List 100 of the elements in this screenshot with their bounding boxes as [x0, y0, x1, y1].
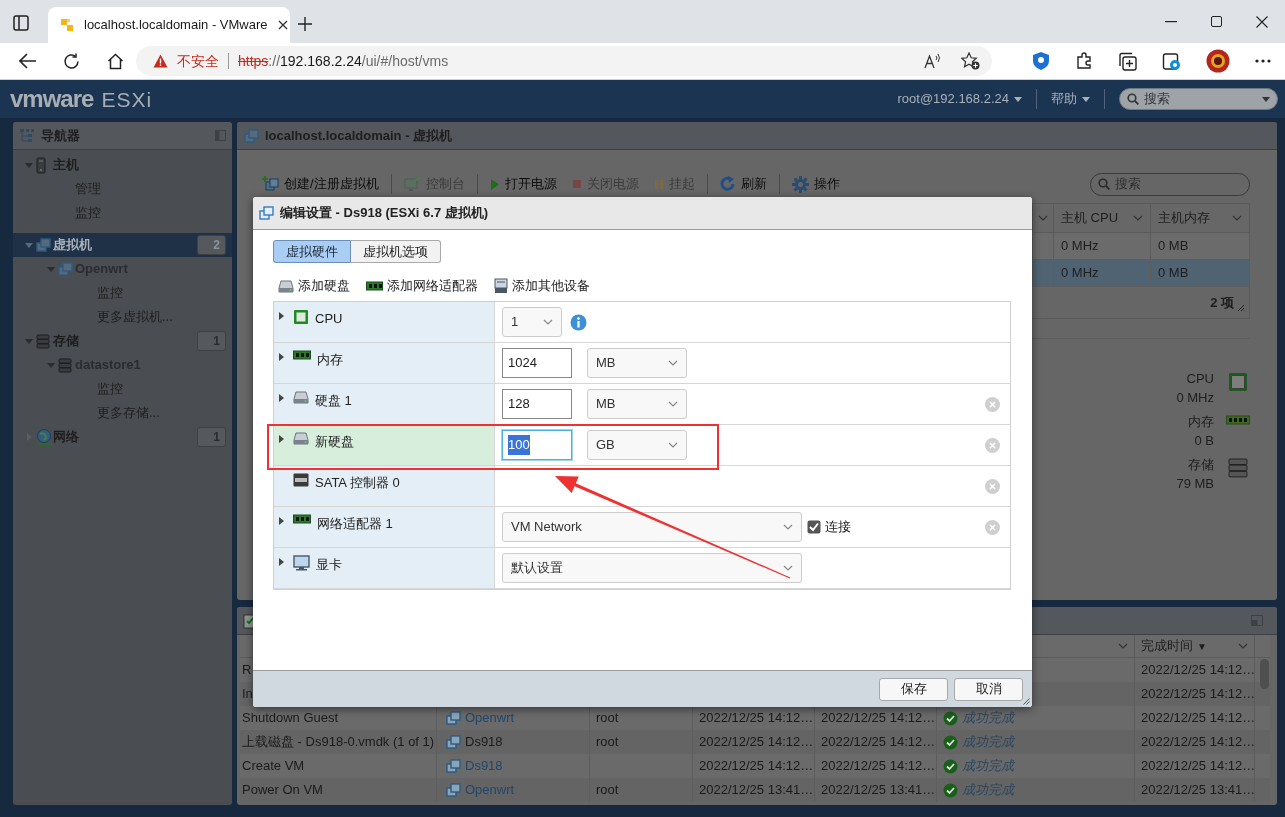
tree-item[interactable]: 虚拟机 2: [13, 233, 232, 257]
add-device-button[interactable]: 添加硬盘: [278, 276, 350, 296]
home-icon[interactable]: [107, 52, 124, 70]
summary-label: 存储: [1188, 456, 1214, 474]
table-cell-text: 0 MB: [1158, 264, 1189, 283]
device-label-cell[interactable]: 网络适配器 1: [274, 507, 494, 547]
memory-icon: [293, 350, 311, 360]
panel-title: 导航器: [41, 126, 80, 145]
toolbar-button[interactable]: 创建/注册虚拟机: [262, 174, 379, 194]
select-field[interactable]: MB: [587, 389, 687, 419]
tab[interactable]: 虚拟硬件: [273, 240, 351, 263]
reload-icon[interactable]: [63, 52, 80, 70]
chevron-down-icon: [668, 401, 678, 407]
chevron-down-icon: [1118, 643, 1128, 649]
table-cell-text: R: [242, 661, 252, 680]
input-field[interactable]: 128: [502, 389, 572, 419]
minimize-icon[interactable]: [1165, 20, 1177, 23]
vm-icon: [259, 206, 274, 220]
search-icon: [1127, 93, 1139, 105]
phone-icon: [36, 156, 46, 174]
tab-title: localhost.localdomain - VMware: [84, 16, 268, 35]
product-name: ESXi: [101, 89, 153, 110]
edge-page-icon[interactable]: [1162, 51, 1181, 71]
security-warning: 不安全: [177, 51, 219, 71]
input-field[interactable]: 1024: [502, 348, 572, 378]
database-icon: [36, 333, 50, 349]
puzzle-icon[interactable]: [1075, 52, 1093, 70]
add-device-button[interactable]: 添加其他设备: [494, 276, 590, 296]
play-icon: [489, 177, 500, 191]
refresh-icon: [719, 176, 736, 192]
chevron-down-icon: [668, 360, 678, 366]
search-field[interactable]: 搜索: [1119, 88, 1278, 110]
summary-value: 0 B: [1194, 432, 1214, 450]
gear-icon: [791, 175, 809, 193]
controller-icon: [293, 473, 309, 487]
new-tab-icon[interactable]: [298, 17, 312, 31]
dialog-button[interactable]: 保存: [879, 677, 948, 701]
user-menu[interactable]: root@192.168.2.24: [897, 89, 1022, 109]
back-icon[interactable]: [19, 53, 37, 69]
globe-icon: [36, 428, 54, 446]
table-cell-text: 上载磁盘 - Ds918-0.vmdk (1 of 1): [242, 733, 435, 752]
select-field[interactable]: VM Network: [502, 512, 802, 542]
chip-icon: [293, 309, 309, 325]
vm-icon: [244, 128, 259, 143]
device-label-cell[interactable]: 新硬盘: [274, 425, 494, 465]
network-card-icon: [293, 514, 311, 524]
table-cell-text: 2022/12/25 14:12…: [821, 757, 936, 776]
avatar-icon[interactable]: [1206, 49, 1230, 73]
caret-down-icon: [1082, 96, 1090, 102]
table-cell-text: 2022/12/25 13:41…: [1141, 781, 1254, 800]
vm-icon: [36, 238, 51, 252]
table-cell-text: 2022/12/25 13:41…: [821, 781, 936, 800]
add-device-button[interactable]: 添加网络适配器: [366, 276, 478, 296]
resize-grip-icon: [1023, 698, 1030, 705]
search-icon: [1098, 178, 1110, 190]
stop-icon: [571, 179, 582, 189]
favicon-icon: [60, 18, 74, 32]
toolbar-button[interactable]: 操作: [791, 174, 840, 194]
tab-actions-icon[interactable]: [13, 15, 29, 31]
table-cell-text: 0 MB: [1158, 237, 1189, 256]
help-menu[interactable]: 帮助: [1051, 89, 1090, 109]
device-label-cell[interactable]: 内存: [274, 343, 494, 383]
select-field[interactable]: MB: [587, 348, 687, 378]
vm-icon: [446, 735, 461, 749]
vm-icon: [446, 711, 461, 725]
scrollbar-thumb[interactable]: [1260, 659, 1269, 689]
item-count: 2 项: [1210, 293, 1234, 312]
browser-tab[interactable]: localhost.localdomain - VMware: [48, 7, 290, 43]
device-label-cell[interactable]: CPU: [274, 302, 494, 342]
address-bar[interactable]: 不安全 https://192.168.2.24/ui/#/host/vms: [136, 46, 992, 76]
dialog-button[interactable]: 取消: [954, 677, 1023, 701]
select-field[interactable]: GB: [587, 430, 687, 460]
status-text: 成功完成: [962, 709, 1014, 728]
maximize-icon[interactable]: [1211, 16, 1222, 27]
collections-icon[interactable]: [1118, 51, 1137, 71]
table-cell-text: root: [596, 733, 619, 752]
input-field[interactable]: 100: [502, 430, 572, 460]
select-field[interactable]: 1: [502, 307, 562, 337]
more-icon[interactable]: [1255, 59, 1271, 63]
panel-title: localhost.localdomain - 虚拟机: [265, 126, 453, 145]
table-cell-text: In: [242, 685, 253, 704]
device-label-cell[interactable]: 显卡: [274, 548, 494, 588]
table-cell-text: 0 MHz: [1061, 264, 1099, 283]
table-cell-text: 2022/12/25 14:12…: [1141, 733, 1254, 752]
close-icon[interactable]: [1256, 15, 1268, 28]
toolbar-button[interactable]: 打开电源: [489, 174, 557, 194]
toolbar-button[interactable]: 刷新: [719, 174, 767, 194]
device-label-cell[interactable]: SATA 控制器 0: [274, 466, 494, 506]
table-cell-text: 2022/12/25 14:12…: [821, 709, 936, 728]
monitor-icon: [403, 176, 421, 192]
info-icon[interactable]: [570, 313, 587, 331]
shield-icon[interactable]: [1032, 51, 1050, 71]
column-header[interactable]: 完成时间 ▼: [1141, 636, 1238, 656]
add-favorite-icon[interactable]: [961, 52, 980, 70]
select-field[interactable]: 默认设置: [502, 553, 802, 583]
device-label-cell[interactable]: 硬盘 1: [274, 384, 494, 424]
close-icon[interactable]: [277, 20, 288, 30]
checkbox[interactable]: [807, 520, 821, 534]
tab[interactable]: 虚拟机选项: [351, 240, 441, 263]
read-aloud-icon[interactable]: [924, 53, 941, 69]
